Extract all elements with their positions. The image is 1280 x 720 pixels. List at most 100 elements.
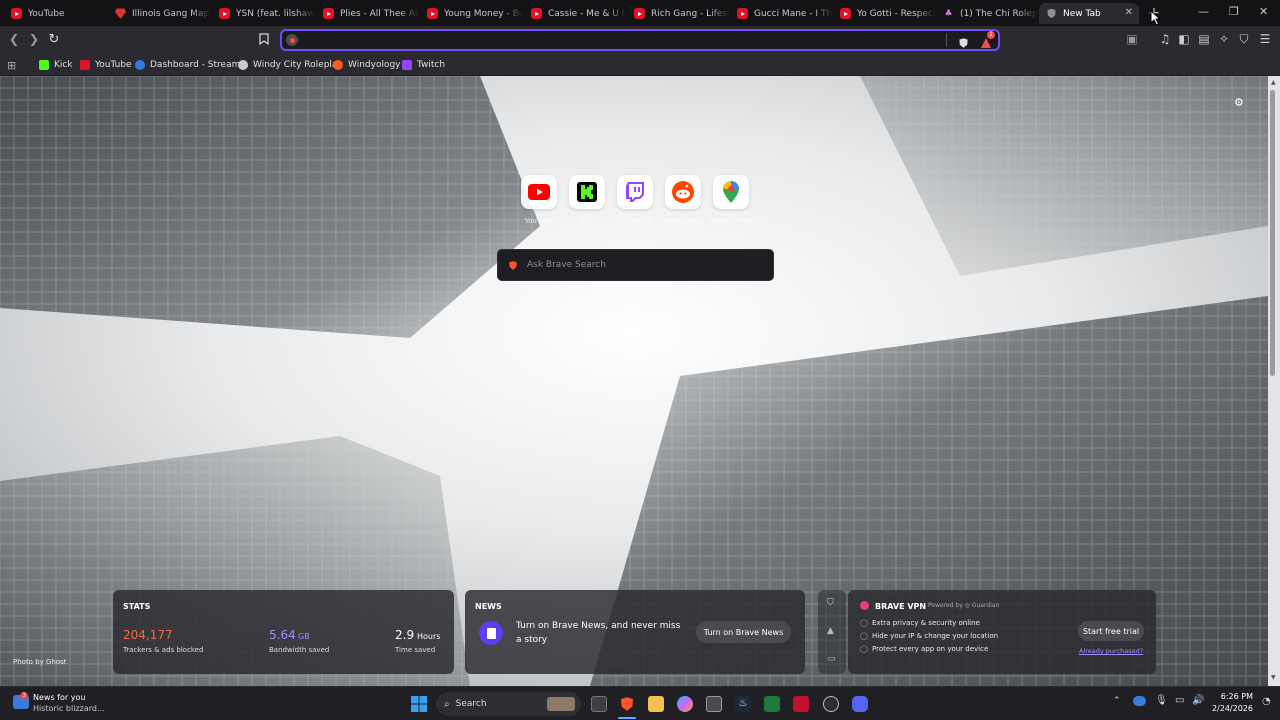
bookmark-windy-city[interactable]: Windy City Roleplay bbox=[238, 58, 343, 72]
shortcut-label: Google Maps bbox=[708, 217, 754, 225]
restore-icon[interactable]: ❐ bbox=[1229, 5, 1239, 18]
youtube-icon bbox=[11, 8, 22, 19]
tab-active[interactable]: New Tab ✕ bbox=[1039, 3, 1139, 24]
scroll-down-icon[interactable]: ▼ bbox=[1271, 674, 1276, 681]
vpn-icon[interactable]: ⛉ bbox=[1236, 31, 1252, 47]
scrollbar-thumb[interactable] bbox=[1270, 90, 1275, 376]
task-view-icon[interactable] bbox=[591, 696, 607, 712]
tab[interactable]: Young Money - Bed bbox=[420, 3, 523, 24]
stats-title: STATS bbox=[123, 602, 151, 611]
tab[interactable]: Rich Gang - Lifestyl bbox=[627, 3, 730, 24]
apps-grid-icon[interactable]: ⊞ bbox=[7, 58, 16, 72]
media-icon[interactable]: ♫ bbox=[1157, 31, 1173, 47]
wallet-icon[interactable]: ▤ bbox=[1196, 31, 1212, 47]
bookmark-youtube[interactable]: YouTube bbox=[80, 58, 132, 72]
tab-title: Plies - All Thee Abo bbox=[340, 8, 419, 19]
tab-title: (1) The Chi Roleplay bbox=[960, 8, 1038, 19]
adobe-icon[interactable] bbox=[793, 696, 809, 712]
talk-icon[interactable]: ▭ bbox=[827, 654, 836, 664]
tab[interactable]: Cassie - Me & U (O bbox=[524, 3, 627, 24]
taskbar-news-title[interactable]: News for you bbox=[33, 693, 85, 702]
xbox-icon[interactable] bbox=[764, 696, 780, 712]
microphone-icon[interactable]: 🎙 bbox=[1155, 695, 1168, 706]
settings-gear-icon[interactable]: ⚙ bbox=[1234, 96, 1244, 109]
taskbar-search[interactable]: ⌕ Search bbox=[436, 692, 581, 716]
shortcut-twitch[interactable] bbox=[617, 175, 653, 209]
close-window-icon[interactable]: ✕ bbox=[1259, 5, 1268, 18]
scroll-up-icon[interactable]: ▲ bbox=[1271, 79, 1276, 86]
bookmark-kick[interactable]: Kick bbox=[39, 58, 73, 72]
already-purchased-link[interactable]: Already purchased? bbox=[1079, 647, 1143, 655]
rewards-triangle-icon[interactable]: ▲ bbox=[827, 626, 834, 636]
clock-time[interactable]: 6:26 PM bbox=[1213, 692, 1253, 701]
forward-icon[interactable]: ❯ bbox=[26, 31, 42, 47]
leo-ai-icon[interactable]: ✧ bbox=[1216, 31, 1232, 47]
shortcut-windyology[interactable] bbox=[665, 175, 701, 209]
discord-icon[interactable] bbox=[852, 696, 868, 712]
show-hidden-icons[interactable]: ⌃ bbox=[1113, 696, 1121, 706]
close-tab-icon[interactable]: ✕ bbox=[1125, 7, 1133, 18]
vpn-shield-icon[interactable]: ⛉ bbox=[827, 598, 834, 608]
brave-search-box[interactable]: Ask Brave Search bbox=[497, 249, 774, 281]
bookmark-label: YouTube bbox=[95, 60, 132, 70]
bookmark-icon[interactable] bbox=[256, 31, 272, 47]
bookmark-label: Windy City Roleplay bbox=[253, 60, 343, 70]
youtube-icon bbox=[531, 8, 542, 19]
new-tab-page: ⚙ YouTube Kick (1) Twitch Windyology Goo… bbox=[0, 76, 1268, 686]
tab[interactable]: YSN (feat. lilshawn) bbox=[212, 3, 315, 24]
twitch-icon bbox=[402, 60, 412, 70]
tab[interactable]: YouTube bbox=[4, 3, 107, 24]
vpn-feature: Protect every app on your device bbox=[872, 645, 989, 653]
youtube-icon bbox=[219, 8, 230, 19]
windows-start-icon[interactable] bbox=[411, 696, 427, 712]
network-icon[interactable]: ▭ bbox=[1175, 695, 1184, 706]
file-explorer-icon[interactable] bbox=[648, 696, 664, 712]
page-scrollbar[interactable]: ▲ ▼ bbox=[1268, 76, 1280, 686]
news-icon bbox=[479, 621, 503, 645]
minimize-icon[interactable]: — bbox=[1198, 5, 1209, 18]
tab-title: YSN (feat. lilshawn) bbox=[236, 8, 315, 19]
check-icon: ◯ bbox=[860, 645, 868, 653]
search-highlight-image bbox=[547, 697, 575, 711]
volume-icon[interactable]: 🔊 bbox=[1192, 695, 1204, 706]
tab[interactable]: Illinois Gang Map 2 bbox=[108, 3, 211, 24]
address-bar[interactable]: 1 bbox=[280, 29, 1000, 51]
vpn-feature: Hide your IP & change your location bbox=[872, 632, 999, 640]
youtube-icon bbox=[737, 8, 748, 19]
site-info-icon[interactable] bbox=[286, 34, 298, 46]
tab[interactable]: Yo Gotti - Respect T bbox=[833, 3, 936, 24]
back-icon[interactable]: ❮ bbox=[6, 31, 22, 47]
search-icon: ⌕ bbox=[444, 698, 450, 710]
streamlabs-icon bbox=[135, 60, 145, 70]
bookmark-dashboard[interactable]: Dashboard - Stream... bbox=[135, 58, 249, 72]
taskbar-news-sub[interactable]: Historic blizzard... bbox=[33, 704, 105, 713]
tab-search-icon[interactable]: ▣ bbox=[1124, 31, 1140, 47]
clock-date[interactable]: 2/24/2026 bbox=[1210, 704, 1253, 713]
brave-shields-icon[interactable] bbox=[958, 34, 969, 53]
copilot-icon[interactable] bbox=[677, 696, 693, 712]
notifications-icon[interactable]: ◔ bbox=[1262, 696, 1271, 707]
photo-credit[interactable]: Photo by Ghost bbox=[13, 658, 67, 666]
turn-on-news-button[interactable]: Turn on Brave News bbox=[696, 621, 791, 643]
sidebar-icon[interactable]: ◧ bbox=[1176, 31, 1192, 47]
vpn-widget: BRAVE VPN Powered by ◎ Guardian ◯ Extra … bbox=[848, 590, 1156, 674]
settings-app-icon[interactable] bbox=[823, 696, 839, 712]
shortcut-google-maps[interactable] bbox=[713, 175, 749, 209]
news-widget: NEWS Turn on Brave News, and never miss … bbox=[465, 590, 805, 674]
tab[interactable]: ♣ (1) The Chi Roleplay bbox=[936, 3, 1038, 24]
menu-icon[interactable]: ☰ bbox=[1257, 31, 1273, 47]
bookmark-twitch[interactable]: Twitch bbox=[402, 58, 445, 72]
shortcut-youtube[interactable] bbox=[521, 175, 557, 209]
taskbar-search-label: Search bbox=[455, 699, 487, 709]
steam-icon[interactable]: ♨ bbox=[735, 696, 751, 712]
tab[interactable]: Gucci Mane - I Thin bbox=[730, 3, 833, 24]
reload-icon[interactable]: ↻ bbox=[46, 31, 62, 47]
microsoft-store-icon[interactable] bbox=[706, 696, 722, 712]
start-free-trial-button[interactable]: Start free trial bbox=[1078, 621, 1144, 641]
brave-browser-icon[interactable] bbox=[619, 696, 635, 712]
bookmark-windyology[interactable]: Windyology bbox=[333, 58, 401, 72]
onedrive-icon[interactable] bbox=[1133, 696, 1146, 706]
shortcut-kick[interactable] bbox=[569, 175, 605, 209]
tab[interactable]: Plies - All Thee Abo bbox=[316, 3, 419, 24]
address-input[interactable] bbox=[306, 33, 926, 47]
